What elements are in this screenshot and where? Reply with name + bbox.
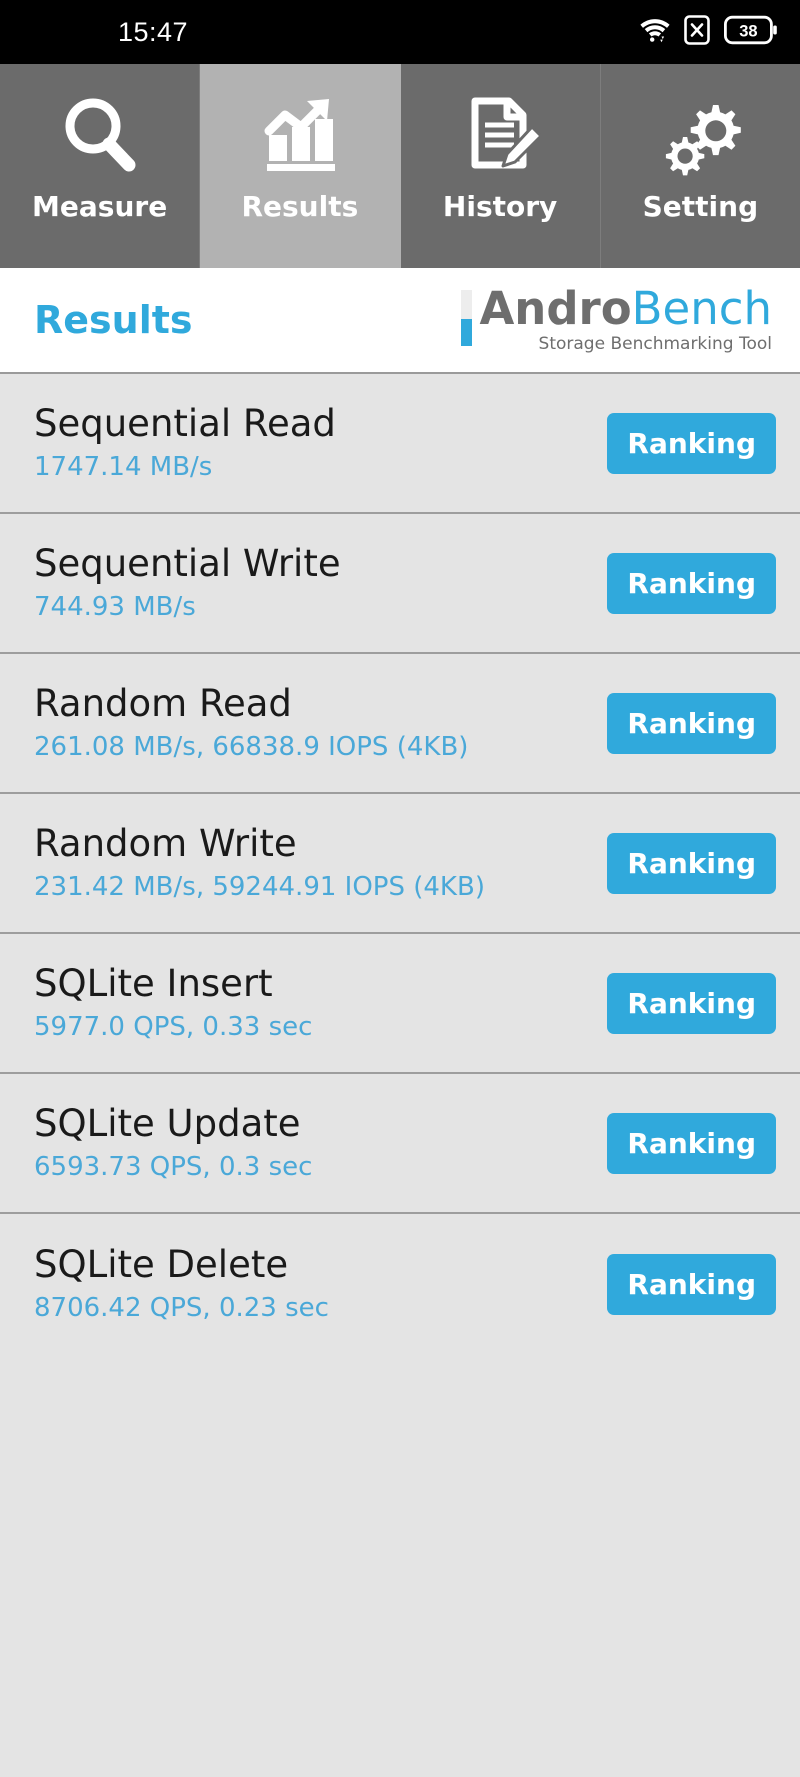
result-name: SQLite Insert (34, 962, 273, 1005)
tab-results-label: Results (241, 190, 359, 223)
status-icon-group: 38 (640, 15, 778, 49)
brand-andro: Andro (479, 282, 632, 335)
tab-history[interactable]: History (400, 64, 601, 268)
tab-setting-label: Setting (642, 190, 759, 223)
brand-wordmark: AndroBench (479, 286, 772, 332)
result-value: 8706.42 QPS, 0.23 sec (34, 1293, 329, 1323)
table-row: Random Write 231.42 MB/s, 59244.91 IOPS … (0, 794, 800, 934)
bar-chart-arrow-icon (257, 90, 343, 182)
row-text-group: Random Write 231.42 MB/s, 59244.91 IOPS … (34, 822, 485, 904)
document-pencil-icon (457, 90, 543, 182)
ranking-button[interactable]: Ranking (607, 552, 776, 614)
table-row: Sequential Read 1747.14 MB/s Ranking (0, 374, 800, 514)
row-text-group: SQLite Insert 5977.0 QPS, 0.33 sec (34, 962, 312, 1044)
row-text-group: Sequential Write 744.93 MB/s (34, 542, 341, 624)
result-value: 6593.73 QPS, 0.3 sec (34, 1152, 313, 1182)
result-name: Sequential Write (34, 542, 341, 585)
results-list: Sequential Read 1747.14 MB/s Ranking Seq… (0, 374, 800, 1777)
result-name: SQLite Update (34, 1102, 301, 1145)
table-row: Random Read 261.08 MB/s, 66838.9 IOPS (4… (0, 654, 800, 794)
brand-bench: Bench (631, 282, 772, 335)
wifi-icon (640, 17, 670, 47)
result-name: Random Read (34, 682, 292, 725)
tab-setting[interactable]: Setting (600, 64, 800, 268)
ranking-button[interactable]: Ranking (607, 1112, 776, 1174)
status-clock: 15:47 (118, 16, 189, 47)
brand-tagline: Storage Benchmarking Tool (538, 334, 772, 354)
brand-text-block: AndroBench Storage Benchmarking Tool (479, 286, 772, 355)
row-text-group: Sequential Read 1747.14 MB/s (34, 402, 336, 484)
table-row: SQLite Delete 8706.42 QPS, 0.23 sec Rank… (0, 1214, 800, 1354)
battery-level-text: 38 (739, 22, 757, 40)
ranking-button[interactable]: Ranking (607, 972, 776, 1034)
app-header: Results AndroBench Storage Benchmarking … (0, 268, 800, 374)
status-bar: 15:47 38 (0, 0, 800, 64)
battery-icon: 38 (723, 15, 778, 49)
tab-bar: Measure Results History Setting (0, 64, 800, 268)
result-value: 5977.0 QPS, 0.33 sec (34, 1012, 313, 1042)
ranking-button[interactable]: Ranking (607, 832, 776, 894)
result-name: SQLite Delete (34, 1243, 289, 1286)
table-row: SQLite Insert 5977.0 QPS, 0.33 sec Ranki… (0, 934, 800, 1074)
result-value: 231.42 MB/s, 59244.91 IOPS (4KB) (34, 872, 485, 902)
page-title: Results (34, 298, 193, 342)
result-value: 261.08 MB/s, 66838.9 IOPS (4KB) (34, 732, 469, 762)
ranking-button[interactable]: Ranking (607, 1253, 776, 1315)
result-value: 1747.14 MB/s (34, 452, 213, 482)
tab-history-label: History (442, 190, 558, 223)
row-text-group: Random Read 261.08 MB/s, 66838.9 IOPS (4… (34, 682, 468, 764)
logo-bar-icon (461, 290, 473, 346)
ranking-button[interactable]: Ranking (607, 692, 776, 754)
result-name: Sequential Read (34, 402, 336, 445)
ranking-button[interactable]: Ranking (607, 412, 776, 474)
gears-icon (657, 90, 743, 182)
app-logo: AndroBench Storage Benchmarking Tool (461, 286, 772, 354)
result-name: Random Write (34, 822, 297, 865)
no-sim-icon (684, 15, 710, 49)
row-text-group: SQLite Delete 8706.42 QPS, 0.23 sec (34, 1243, 329, 1325)
tab-measure-label: Measure (32, 190, 168, 223)
row-text-group: SQLite Update 6593.73 QPS, 0.3 sec (34, 1102, 312, 1184)
magnifier-icon (57, 90, 143, 182)
table-row: SQLite Update 6593.73 QPS, 0.3 sec Ranki… (0, 1074, 800, 1214)
table-row: Sequential Write 744.93 MB/s Ranking (0, 514, 800, 654)
tab-measure[interactable]: Measure (0, 64, 201, 268)
result-value: 744.93 MB/s (34, 592, 196, 622)
tab-results[interactable]: Results (200, 64, 401, 268)
